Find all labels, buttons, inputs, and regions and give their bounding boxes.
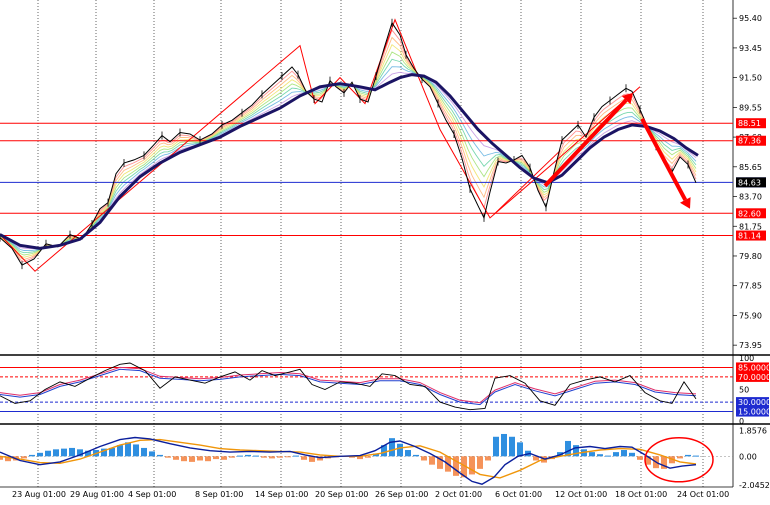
x-tick-label: 24 Oct 01:00: [677, 490, 729, 499]
macd-histogram-bar: [573, 445, 579, 457]
macd-histogram-bar: [397, 443, 403, 457]
y-tick-label: 83.70: [739, 193, 762, 202]
macd-histogram-bar: [29, 454, 35, 457]
current-price-label: 84.63: [738, 178, 761, 187]
y-tick-label: 89.55: [739, 103, 762, 112]
y-tick-label: 73.95: [739, 341, 762, 350]
x-tick-label: 8 Sep 01:00: [195, 490, 243, 499]
macd-histogram-bar: [21, 456, 27, 459]
macd-histogram-bar: [365, 456, 371, 458]
y-tick-label: 91.50: [739, 74, 762, 83]
macd-tick-label: 0.00: [739, 452, 757, 461]
macd-histogram-bar: [301, 456, 307, 460]
macd-histogram-bar: [237, 455, 243, 457]
price-level-label: 88.51: [738, 119, 761, 128]
macd-histogram-bar: [277, 456, 283, 458]
macd-histogram-bar: [213, 456, 219, 460]
macd-histogram-bar: [589, 452, 595, 457]
macd-histogram-bar: [229, 456, 235, 458]
oscillator-tick-label: 100: [739, 354, 754, 363]
y-tick-label: 95.40: [739, 14, 762, 23]
x-tick-label: 26 Sep 01:00: [375, 490, 428, 499]
macd-histogram-bar: [685, 454, 691, 457]
macd-histogram-bar: [133, 444, 139, 457]
macd-histogram-bar: [421, 456, 427, 461]
macd-histogram-bar: [261, 456, 267, 458]
macd-histogram-bar: [389, 438, 395, 457]
oscillator-tick-label: 50: [739, 386, 749, 395]
y-tick-label: 75.90: [739, 311, 762, 320]
macd-tick-label: -2.0452: [739, 481, 770, 490]
macd-histogram-bar: [181, 456, 187, 462]
y-tick-label: 77.85: [739, 282, 762, 291]
macd-histogram-bar: [189, 456, 195, 462]
macd-histogram-bar: [605, 455, 611, 457]
x-tick-label: 14 Sep 01:00: [255, 490, 308, 499]
price-level-label: 87.36: [738, 137, 761, 146]
macd-histogram-bar: [205, 456, 211, 462]
macd-histogram-bar: [285, 456, 291, 458]
y-tick-label: 85.65: [739, 163, 762, 172]
price-level-label: 82.60: [738, 209, 761, 218]
macd-histogram-bar: [245, 454, 251, 457]
macd-histogram-bar: [493, 436, 499, 457]
macd-histogram-bar: [509, 436, 515, 457]
macd-histogram-bar: [477, 456, 483, 469]
macd-histogram-bar: [293, 455, 299, 457]
macd-histogram-bar: [485, 456, 491, 461]
x-tick-label: 18 Oct 01:00: [615, 490, 667, 499]
macd-histogram-bar: [61, 448, 67, 457]
macd-histogram-bar: [269, 456, 275, 459]
chart-canvas: 23 Aug 01:00 29 Aug 01:00 4 Sep 01:00 8 Sep…: [0, 0, 770, 505]
y-tick-label: 79.80: [739, 252, 762, 261]
y-tick-label: 81.75: [739, 222, 762, 231]
macd-histogram-bar: [677, 456, 683, 459]
price-level-label: 81.14: [738, 232, 761, 241]
macd-histogram-bar: [125, 442, 131, 457]
macd-histogram-bar: [253, 455, 259, 457]
x-tick-label: 20 Sep 01:00: [315, 490, 368, 499]
macd-histogram-bar: [613, 452, 619, 457]
trading-chart: 23 Aug 01:00 29 Aug 01:00 4 Sep 01:00 8 Sep…: [0, 0, 770, 505]
macd-histogram-bar: [405, 450, 411, 457]
macd-histogram-bar: [53, 449, 59, 457]
macd-histogram-bar: [637, 456, 643, 460]
macd-histogram-bar: [429, 456, 435, 465]
x-tick-label: 29 Aug 01:00: [70, 490, 124, 499]
oscillator-level-label: 15.0000: [738, 408, 770, 417]
oscillator-level-label: 70.0000: [738, 373, 770, 382]
chart-background: [0, 0, 770, 505]
oscillator-level-label: 30.0000: [738, 398, 770, 407]
macd-histogram-bar: [413, 454, 419, 457]
x-tick-label: 23 Aug 01:00: [12, 490, 66, 499]
macd-histogram-bar: [221, 456, 227, 460]
macd-histogram-bar: [37, 452, 43, 457]
x-tick-label: 6 Oct 01:00: [495, 490, 542, 499]
macd-histogram-bar: [165, 456, 171, 458]
macd-histogram-bar: [621, 450, 627, 457]
macd-histogram-bar: [597, 454, 603, 457]
x-tick-label: 4 Sep 01:00: [128, 490, 176, 499]
oscillator-tick-label: 0: [739, 417, 744, 426]
macd-histogram-bar: [69, 447, 75, 457]
macd-histogram-bar: [629, 452, 635, 457]
macd-histogram-bar: [197, 456, 203, 461]
x-tick-label: 12 Oct 01:00: [555, 490, 607, 499]
macd-histogram-bar: [501, 433, 507, 457]
macd-tick-label: 1.8576: [739, 426, 767, 435]
macd-histogram-bar: [693, 455, 699, 457]
macd-histogram-bar: [157, 454, 163, 457]
x-tick-label: 2 Oct 01:00: [435, 490, 482, 499]
y-tick-label: 93.45: [739, 44, 762, 53]
macd-histogram-bar: [45, 450, 51, 457]
macd-histogram-bar: [149, 451, 155, 457]
macd-histogram-bar: [117, 445, 123, 457]
macd-histogram-bar: [517, 442, 523, 457]
macd-histogram-bar: [173, 456, 179, 460]
oscillator-level-label: 85.0000: [738, 363, 770, 372]
macd-histogram-bar: [141, 447, 147, 457]
